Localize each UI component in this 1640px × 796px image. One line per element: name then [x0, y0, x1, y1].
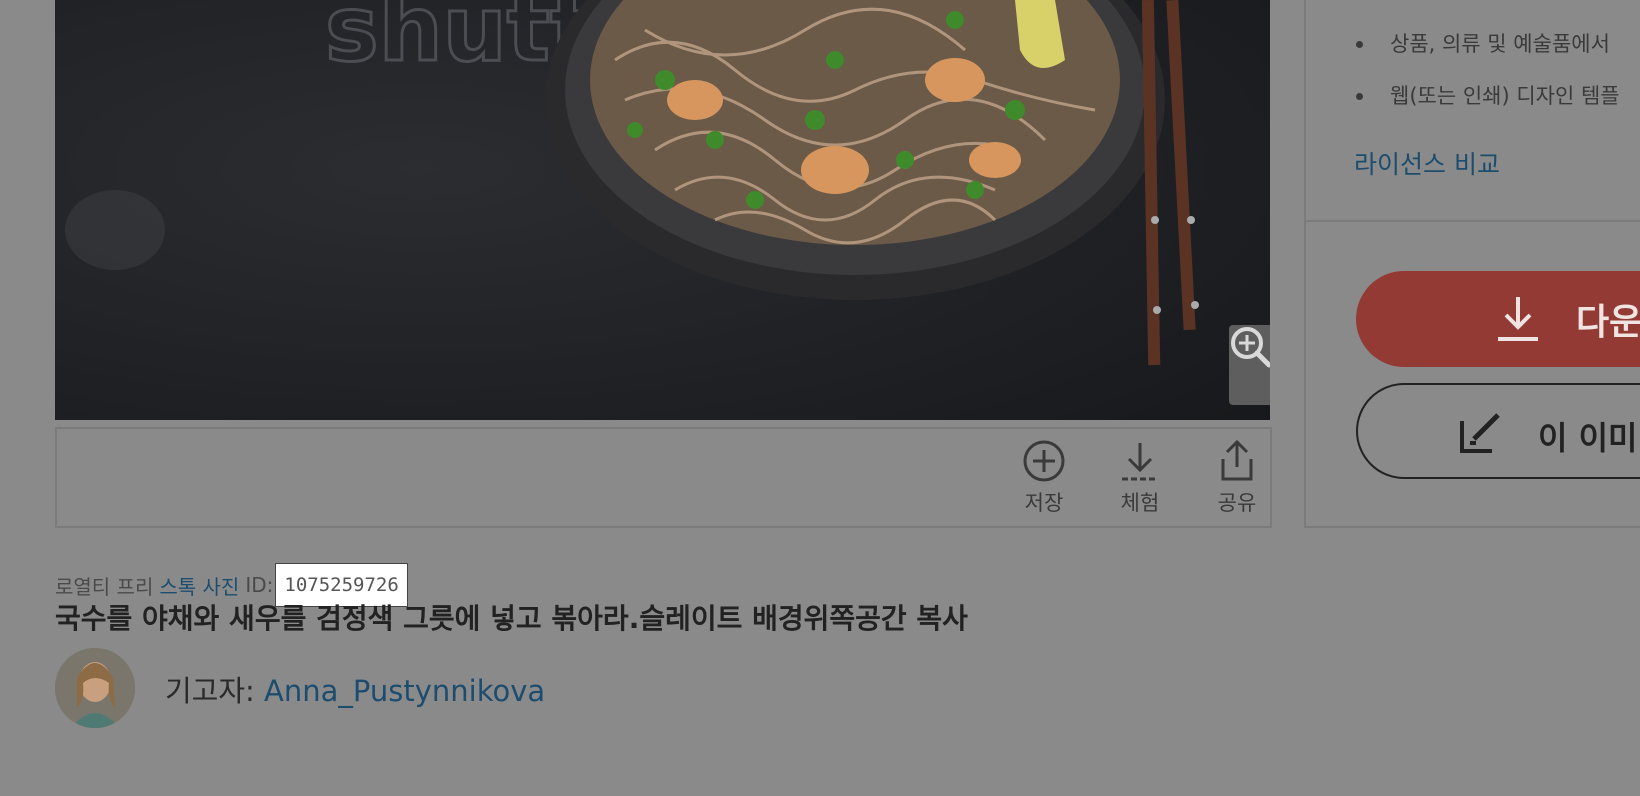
list-item: 웹(또는 인쇄) 디자인 템플 — [1354, 80, 1620, 132]
image-title: 국수를 야채와 새우를 검정색 그릇에 넣고 볶아라.슬레이트 배경위쪽공간 복… — [55, 602, 968, 635]
try-download-button[interactable]: 체험 — [1100, 439, 1180, 517]
contributor-photo — [55, 648, 135, 728]
compare-licenses-link[interactable]: 라이선스 비교 — [1354, 145, 1500, 181]
download-icon — [1122, 443, 1158, 481]
main-image[interactable]: shutterstock — [55, 0, 1270, 420]
share-button[interactable]: 공유 — [1197, 439, 1277, 517]
share-icon — [1221, 439, 1253, 481]
id-label: ID: — [245, 573, 274, 597]
royalty-free-label: 로열티 프리 — [55, 574, 154, 599]
try-label: 체험 — [1120, 491, 1160, 515]
download-label: 다운 — [1576, 302, 1640, 343]
zoom-in-icon — [1231, 327, 1270, 368]
edit-image-button[interactable]: 이 이미 — [1356, 383, 1640, 479]
license-panel: 상품, 의류 및 예술품에서 웹(또는 인쇄) 디자인 템플 라이선스 비교 다… — [1304, 0, 1640, 528]
food-photo: shutterstock — [55, 0, 1270, 420]
license-benefits-list: 상품, 의류 및 예술품에서 웹(또는 인쇄) 디자인 템플 — [1354, 28, 1620, 132]
zoom-button[interactable] — [1229, 325, 1270, 405]
save-label: 저장 — [1024, 491, 1064, 515]
contributor-link[interactable]: Anna_Pustynnikova — [264, 674, 545, 708]
edit-label: 이 이미 — [1538, 419, 1638, 457]
image-action-toolbar: 저장 체험 공유 — [55, 427, 1272, 528]
contributor-label: 기고자: — [165, 674, 255, 708]
download-button[interactable]: 다운 — [1356, 271, 1640, 367]
divider — [1306, 220, 1640, 222]
share-label: 공유 — [1217, 491, 1257, 515]
edit-icon — [1460, 413, 1500, 453]
stock-photo-link[interactable]: 스톡 사진 — [159, 571, 239, 600]
list-item: 상품, 의류 및 예술품에서 — [1354, 28, 1620, 80]
contributor: 기고자: Anna_Pustynnikova — [165, 668, 545, 710]
plus-circle-icon — [1023, 440, 1065, 482]
avatar[interactable] — [55, 648, 135, 728]
save-button[interactable]: 저장 — [1004, 439, 1084, 517]
download-icon — [1498, 297, 1538, 341]
